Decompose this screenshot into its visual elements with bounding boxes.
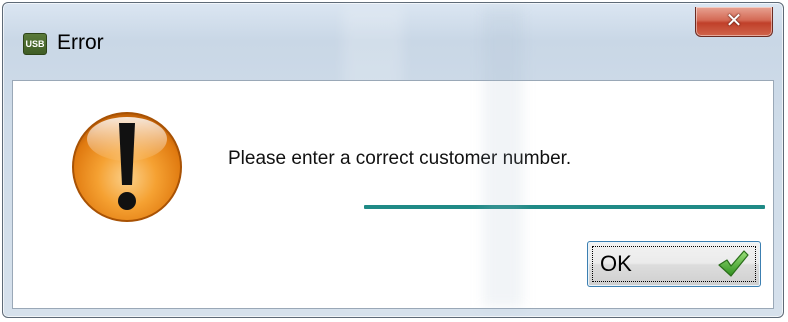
warning-exclamation-icon [72, 112, 182, 222]
window-title: Error [57, 31, 104, 54]
progress-line [364, 205, 765, 209]
ok-button[interactable]: OK [587, 241, 761, 287]
dialog-content: Please enter a correct customer number. … [12, 80, 774, 309]
app-icon: USB [23, 33, 47, 55]
error-message: Please enter a correct customer number. [228, 148, 572, 169]
checkmark-icon [718, 250, 749, 277]
error-dialog-window: USB Error ✕ Please enter a correct custo… [2, 2, 784, 318]
close-icon: ✕ [725, 8, 743, 32]
title-bar[interactable]: USB Error ✕ [3, 3, 783, 81]
close-button[interactable]: ✕ [695, 7, 773, 37]
ok-button-label: OK [600, 251, 632, 276]
